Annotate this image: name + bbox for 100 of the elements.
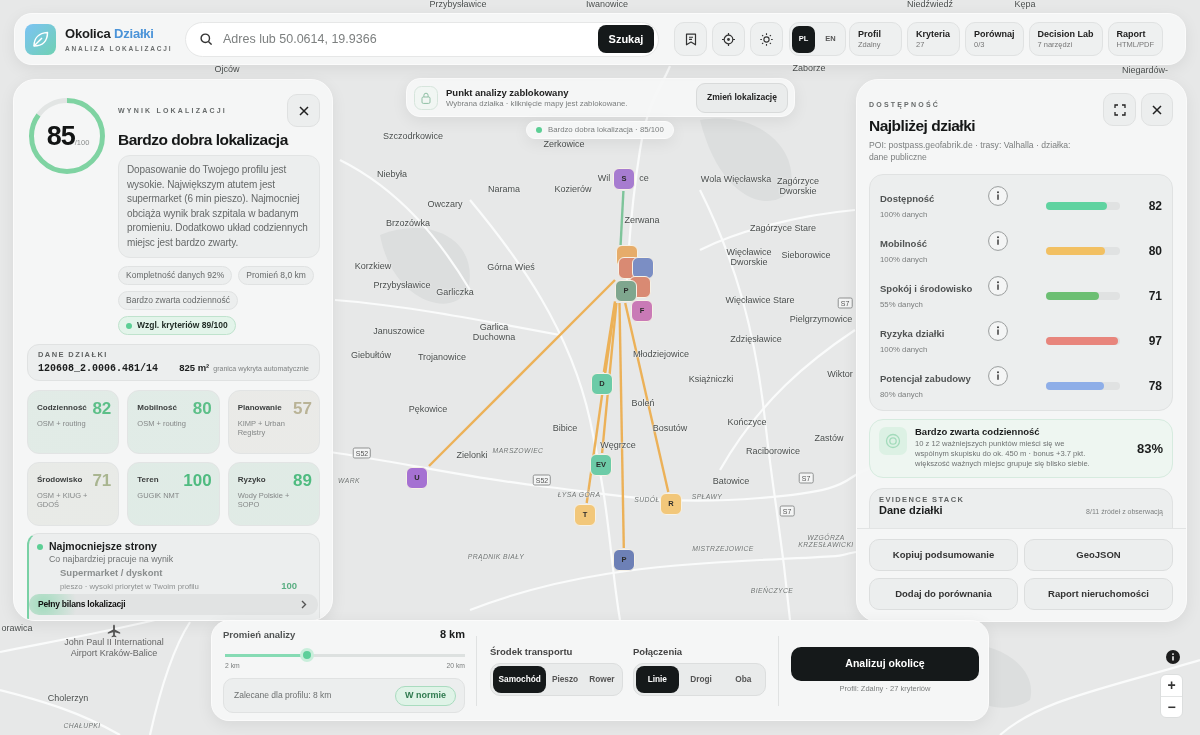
segment-option[interactable]: Oba bbox=[723, 665, 763, 693]
search-field[interactable]: Adres lub 50.0614, 19.9366 Szukaj bbox=[185, 21, 659, 57]
segment-option[interactable]: Pieszo bbox=[546, 665, 584, 693]
chevron-icon bbox=[301, 600, 307, 609]
search-button[interactable]: Szukaj bbox=[598, 25, 654, 53]
panel-title: Najbliżej działki bbox=[869, 116, 977, 136]
summary-chip: Kompletność danych 92% bbox=[118, 266, 233, 285]
place-label: Zagórzyce Stare bbox=[750, 224, 816, 234]
map-marker-icon[interactable] bbox=[632, 257, 654, 279]
group-label: Połączenia bbox=[633, 645, 684, 658]
place-label: Ojców bbox=[214, 65, 240, 75]
place-label: Garliczka bbox=[436, 288, 474, 298]
segment-option[interactable]: Drogi bbox=[678, 665, 724, 693]
place-label: Wola Więcławska bbox=[700, 175, 772, 185]
category-name: Teren bbox=[137, 474, 160, 486]
place-label: Zdzięsławice bbox=[730, 335, 782, 345]
bookmark-icon bbox=[684, 32, 697, 46]
metric-name: Spokój i środowisko bbox=[880, 281, 974, 295]
change-location-button[interactable]: Zmień lokalizację bbox=[696, 82, 788, 113]
metric-value: 80 bbox=[1147, 242, 1162, 260]
place-label: Sieborowice bbox=[781, 251, 831, 261]
place-label: Owczary bbox=[427, 200, 463, 210]
summary-chip: Promień 8,0 km bbox=[238, 266, 314, 285]
metric-value: 82 bbox=[1147, 197, 1162, 215]
info-icon[interactable] bbox=[1166, 650, 1180, 664]
cluster-title: Bardzo zwarta codzienność bbox=[915, 426, 1041, 438]
evidence-title: Dane działki bbox=[879, 504, 943, 517]
place-label: Zastów bbox=[814, 434, 844, 444]
place-label: Przybysławice bbox=[373, 281, 431, 291]
category-score: 89 bbox=[293, 471, 312, 490]
metric-name: Mobilność bbox=[880, 236, 928, 250]
slider-thumb[interactable] bbox=[299, 648, 314, 662]
place-label: Kończyce bbox=[727, 418, 767, 428]
analyze-button[interactable]: Analizuj okolicę bbox=[791, 647, 979, 681]
recommendation-text: Zalecane dla profilu: 8 km bbox=[234, 689, 332, 702]
place-label: Zielonki bbox=[456, 451, 488, 461]
search-icon bbox=[200, 33, 212, 45]
full-balance-button[interactable]: Pełny bilans lokalizacji bbox=[29, 594, 318, 615]
place-label: Więcławice Stare bbox=[725, 296, 795, 306]
bookmark-button[interactable] bbox=[674, 22, 707, 56]
category-name: Planowanie bbox=[237, 402, 283, 414]
action-button[interactable]: Dodaj do porównania bbox=[869, 578, 1018, 610]
parcel-area: 825 m² bbox=[179, 361, 210, 376]
locate-button[interactable] bbox=[712, 22, 745, 56]
segment-option[interactable]: Linie bbox=[636, 665, 679, 693]
place-label: Zaborze bbox=[792, 64, 826, 74]
parcel-id: 120608_2.0006.481/14 bbox=[38, 362, 159, 376]
lock-icon bbox=[414, 85, 438, 110]
strength-name: Supermarket / dyskont bbox=[60, 567, 164, 579]
place-label: Wiktor bbox=[827, 370, 853, 380]
action-button[interactable]: GeoJSON bbox=[1024, 539, 1173, 571]
place-label: Kozierów bbox=[554, 185, 592, 195]
category-name: Ryzyko bbox=[237, 474, 267, 486]
radius-label: Promień analizy bbox=[223, 628, 296, 641]
segment-option[interactable]: Rower bbox=[583, 665, 620, 693]
theme-button[interactable] bbox=[750, 22, 783, 56]
close-button[interactable] bbox=[287, 94, 320, 127]
sun-icon bbox=[760, 32, 773, 46]
place-label: Zerwana bbox=[624, 216, 660, 226]
metric-value: 78 bbox=[1147, 377, 1162, 395]
zoom-in-button[interactable]: + bbox=[1161, 675, 1182, 696]
summary-chip: Bardzo zwarta codzienność bbox=[118, 291, 238, 310]
place-label: Bibice bbox=[552, 424, 578, 434]
radius-value: 8 km bbox=[439, 628, 465, 641]
strengths-title: Najmocniejsze strony bbox=[49, 540, 157, 553]
place-label: Pielgrzymowice bbox=[789, 315, 853, 325]
place-label: Giebułtów bbox=[351, 351, 391, 361]
place-label: Niebyła bbox=[377, 170, 407, 180]
status-tag: W normie bbox=[395, 685, 456, 706]
category-name: Codzienność bbox=[37, 402, 88, 414]
place-label: Batowice bbox=[712, 477, 750, 487]
action-button[interactable]: Kopiuj podsumowanie bbox=[869, 539, 1018, 571]
action-button[interactable]: Raport nieruchomości bbox=[1024, 578, 1173, 610]
place-label: Narama bbox=[488, 185, 520, 195]
place-label: Trojanowice bbox=[417, 353, 467, 363]
zoom-out-button[interactable]: − bbox=[1161, 695, 1182, 717]
strengths-subtitle: Co najbardziej pracuje na wynik bbox=[49, 553, 175, 565]
segment-option[interactable]: Samochód bbox=[493, 665, 547, 693]
metric-value: 71 bbox=[1147, 287, 1162, 305]
place-label: Zagórzyce Dworskie bbox=[776, 177, 820, 197]
metric-name: Potencjał zabudowy bbox=[880, 371, 972, 385]
place-label: Kępa bbox=[1014, 0, 1036, 10]
close-button[interactable] bbox=[1141, 93, 1173, 126]
expand-button[interactable] bbox=[1103, 93, 1136, 126]
place-label: Brzozówka bbox=[386, 219, 430, 229]
score-value: 85 bbox=[46, 122, 75, 150]
summary-text: Dopasowanie do Twojego profilu jest wysokie. Największym atutem jest supermarket (6 min pieszo). Najmocniej obciąża wynik brak szpitala w badanym promieniu. Dodatkowo układ codziennych miejsc jest bardzo zwarty. bbox=[118, 155, 320, 258]
chip-text: Wzgl. kryteriów 89/100 bbox=[137, 319, 228, 332]
place-label: Górna Wieś bbox=[487, 263, 535, 273]
place-label: Raciborowice bbox=[746, 447, 800, 457]
metric-name: Dostępność bbox=[880, 191, 936, 205]
category-score: 71 bbox=[92, 471, 112, 490]
app-title: Okolica Działki bbox=[65, 25, 155, 41]
airport-label: John Paul II International Airport Kraków-Balice bbox=[63, 637, 165, 658]
target-icon bbox=[879, 427, 907, 455]
source-text: POI: postpass.geofabrik.de · trasy: Valhalla · działka: dane publiczne bbox=[869, 139, 1072, 163]
place-label: Niegardów- bbox=[1122, 66, 1168, 76]
score-ring-track bbox=[36, 98, 68, 117]
place-label: orawica bbox=[1, 624, 33, 634]
airplane-icon bbox=[107, 624, 121, 638]
